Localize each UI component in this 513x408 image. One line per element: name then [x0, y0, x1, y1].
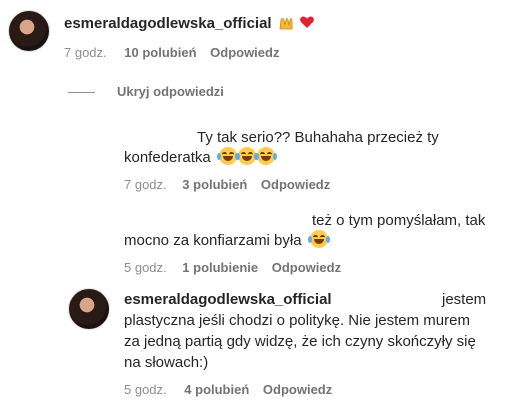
avatar[interactable]: [68, 288, 110, 330]
reply-meta: 7 godz. 3 polubień Odpowiedz: [124, 177, 330, 192]
reply-text-line2: plastyczna jeśli chodzi o politykę. Nie …: [124, 312, 470, 329]
username[interactable]: esmeraldagodlewska_official: [64, 15, 272, 32]
laughing-emoji: [235, 147, 258, 165]
reply-text-line2: mocno za konfiarzami była: [124, 230, 330, 252]
reply-meta: 5 godz. 4 polubień Odpowiedz: [124, 382, 332, 397]
reply-link[interactable]: Odpowiedz: [210, 45, 279, 60]
reply-link[interactable]: Odpowiedz: [272, 260, 341, 275]
reply-text-line3: za jedną partią gdy widzę, że ich czyny …: [124, 333, 476, 350]
laughing-emoji: [216, 147, 239, 165]
avatar[interactable]: [8, 10, 50, 52]
timestamp: 7 godz.: [124, 177, 167, 192]
likes-count[interactable]: 10 polubień: [124, 45, 196, 60]
username[interactable]: esmeraldagodlewska_official: [124, 291, 332, 308]
reply-meta: 5 godz. 1 polubienie Odpowiedz: [124, 260, 341, 275]
hide-replies-divider: [68, 92, 95, 93]
timestamp: 7 godz.: [64, 45, 107, 60]
reply-link[interactable]: Odpowiedz: [261, 177, 330, 192]
red-heart-emoji: [299, 14, 315, 30]
reply-text: esmeraldagodlewska_official jestem: [124, 289, 494, 311]
reply-text-line4: na słowach:): [124, 354, 209, 371]
comment-header: esmeraldagodlewska_official: [64, 14, 315, 33]
laughing-emoji: [307, 230, 330, 248]
reply-text-line2: konfederatka: [124, 147, 277, 169]
reply-text: Ty tak serio?? Buhahaha przecież ty: [197, 129, 439, 146]
hide-replies-label[interactable]: Ukryj odpowiedzi: [117, 84, 224, 99]
likes-count[interactable]: 4 polubień: [184, 382, 249, 397]
timestamp: 5 godz.: [124, 260, 167, 275]
raising-hands-emoji: [278, 14, 294, 30]
hide-replies-link[interactable]: Ukryj odpowiedzi: [117, 84, 224, 99]
comment-meta: 7 godz. 10 polubień Odpowiedz: [64, 45, 279, 60]
reply-text-end: mocno za konfiarzami była: [124, 232, 302, 249]
reply-text: też o tym pomyślałam, tak: [312, 212, 486, 229]
reply-text-start: jestem: [442, 291, 487, 308]
likes-count[interactable]: 3 polubień: [182, 177, 247, 192]
reply-text-end: konfederatka: [124, 149, 211, 166]
laughing-emoji: [254, 147, 277, 165]
timestamp: 5 godz.: [124, 382, 167, 397]
reply-link[interactable]: Odpowiedz: [263, 382, 332, 397]
likes-count[interactable]: 1 polubienie: [182, 260, 258, 275]
